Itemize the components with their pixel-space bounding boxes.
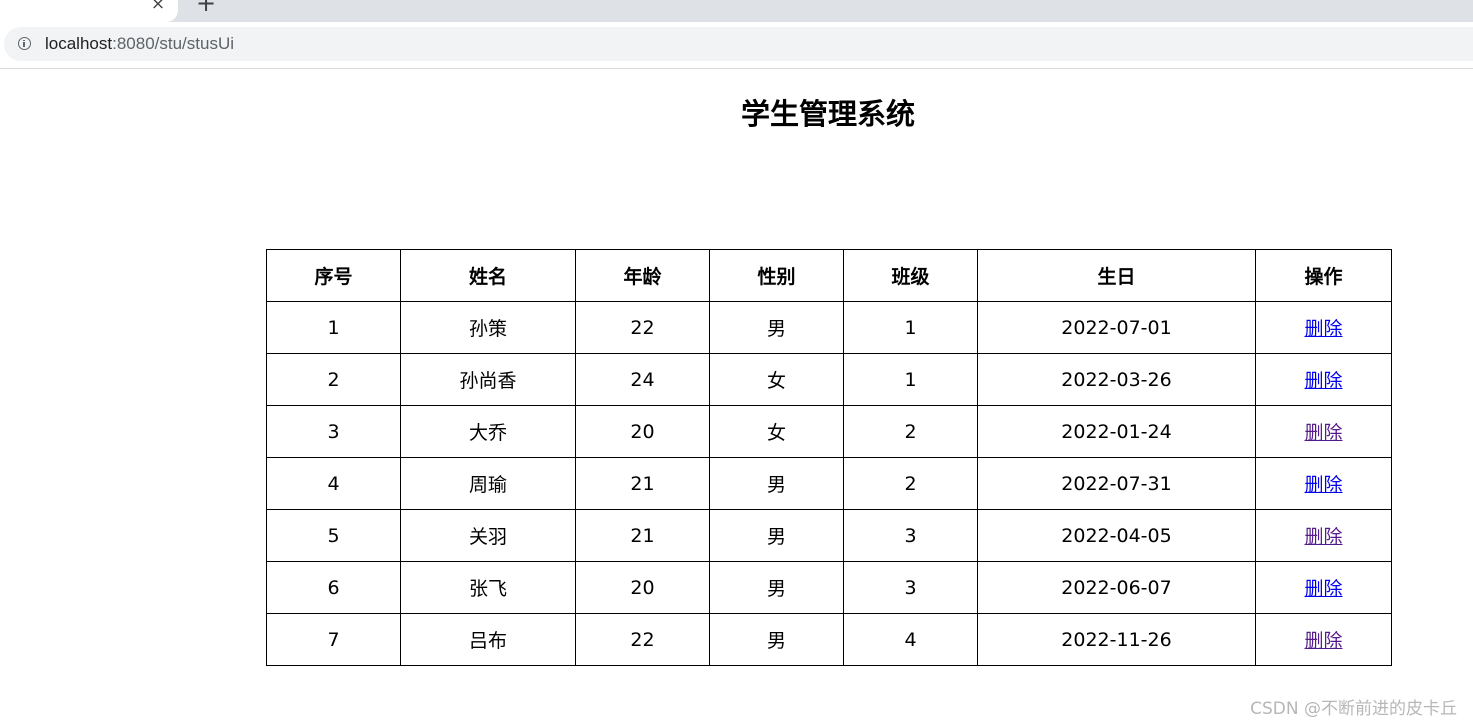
- cell-index: 2: [266, 353, 401, 406]
- column-header-age: 年龄: [575, 249, 710, 302]
- cell-age: 20: [575, 405, 710, 458]
- cell-age: 20: [575, 561, 710, 614]
- table-row: 3 大乔 20 女 2 2022-01-24 删除: [266, 405, 1392, 458]
- cell-birthday: 2022-06-07: [977, 561, 1256, 614]
- cell-name: 关羽: [400, 509, 576, 562]
- url-path: :8080/stu/stusUi: [112, 34, 235, 53]
- cell-gender: 男: [709, 457, 844, 510]
- new-tab-icon[interactable]: +: [196, 0, 216, 15]
- browser-toolbar: localhost:8080/stu/stusUi: [0, 22, 1473, 69]
- delete-link[interactable]: 删除: [1304, 422, 1342, 444]
- cell-age: 22: [575, 613, 710, 666]
- cell-birthday: 2022-07-01: [977, 301, 1256, 354]
- cell-gender: 女: [709, 353, 844, 406]
- table-header-row: 序号 姓名 年龄 性别 班级 生日 操作: [266, 249, 1392, 302]
- cell-name: 吕布: [400, 613, 576, 666]
- cell-birthday: 2022-07-31: [977, 457, 1256, 510]
- table-row: 7 吕布 22 男 4 2022-11-26 删除: [266, 613, 1392, 666]
- page-title: 学生管理系统: [740, 97, 915, 131]
- column-header-name: 姓名: [400, 249, 576, 302]
- table-row: 5 关羽 21 男 3 2022-04-05 删除: [266, 509, 1392, 562]
- cell-action: 删除: [1255, 353, 1392, 406]
- cell-class: 2: [843, 457, 978, 510]
- cell-name: 大乔: [400, 405, 576, 458]
- cell-index: 1: [266, 301, 401, 354]
- delete-link[interactable]: 删除: [1304, 318, 1342, 340]
- cell-gender: 男: [709, 613, 844, 666]
- cell-class: 3: [843, 561, 978, 614]
- cell-class: 3: [843, 509, 978, 562]
- cell-action: 删除: [1255, 405, 1392, 458]
- cell-class: 1: [843, 301, 978, 354]
- cell-class: 1: [843, 353, 978, 406]
- cell-class: 4: [843, 613, 978, 666]
- cell-name: 张飞: [400, 561, 576, 614]
- column-header-birthday: 生日: [977, 249, 1256, 302]
- table-body: 1 孙策 22 男 1 2022-07-01 删除 2 孙尚香 24 女 1 2022-03-26 删除 3…: [266, 301, 1392, 666]
- cell-birthday: 2022-01-24: [977, 405, 1256, 458]
- url-text[interactable]: localhost:8080/stu/stusUi: [45, 27, 234, 61]
- cell-name: 孙尚香: [400, 353, 576, 406]
- column-header-action: 操作: [1255, 249, 1392, 302]
- cell-gender: 男: [709, 301, 844, 354]
- tab-strip: × +: [0, 0, 1473, 22]
- cell-age: 21: [575, 509, 710, 562]
- cell-action: 删除: [1255, 457, 1392, 510]
- column-header-gender: 性别: [709, 249, 844, 302]
- cell-index: 6: [266, 561, 401, 614]
- cell-age: 21: [575, 457, 710, 510]
- cell-birthday: 2022-04-05: [977, 509, 1256, 562]
- delete-link[interactable]: 删除: [1304, 370, 1342, 392]
- cell-age: 24: [575, 353, 710, 406]
- students-table: 序号 姓名 年龄 性别 班级 生日 操作 1 孙策 22 男 1 2022-07-01 删除 2 孙尚香 24…: [266, 249, 1392, 666]
- url-host: localhost: [45, 34, 113, 53]
- column-header-index: 序号: [266, 249, 401, 302]
- cell-action: 删除: [1255, 561, 1392, 614]
- delete-link[interactable]: 删除: [1304, 526, 1342, 548]
- active-tab[interactable]: ×: [0, 0, 178, 22]
- close-icon[interactable]: ×: [150, 0, 166, 13]
- cell-index: 7: [266, 613, 401, 666]
- cell-name: 周瑜: [400, 457, 576, 510]
- cell-action: 删除: [1255, 509, 1392, 562]
- delete-link[interactable]: 删除: [1304, 578, 1342, 600]
- cell-action: 删除: [1255, 301, 1392, 354]
- table-row: 6 张飞 20 男 3 2022-06-07 删除: [266, 561, 1392, 614]
- address-bar[interactable]: localhost:8080/stu/stusUi: [4, 27, 1473, 61]
- column-header-class: 班级: [843, 249, 978, 302]
- cell-birthday: 2022-11-26: [977, 613, 1256, 666]
- table-row: 2 孙尚香 24 女 1 2022-03-26 删除: [266, 353, 1392, 406]
- cell-gender: 女: [709, 405, 844, 458]
- delete-link[interactable]: 删除: [1304, 630, 1342, 652]
- info-icon[interactable]: [18, 37, 31, 50]
- cell-index: 4: [266, 457, 401, 510]
- cell-birthday: 2022-03-26: [977, 353, 1256, 406]
- cell-index: 5: [266, 509, 401, 562]
- table-row: 4 周瑜 21 男 2 2022-07-31 删除: [266, 457, 1392, 510]
- cell-age: 22: [575, 301, 710, 354]
- cell-action: 删除: [1255, 613, 1392, 666]
- cell-gender: 男: [709, 509, 844, 562]
- watermark: CSDN @不断前进的皮卡丘: [1250, 699, 1457, 719]
- cell-gender: 男: [709, 561, 844, 614]
- cell-class: 2: [843, 405, 978, 458]
- cell-index: 3: [266, 405, 401, 458]
- cell-name: 孙策: [400, 301, 576, 354]
- table-row: 1 孙策 22 男 1 2022-07-01 删除: [266, 301, 1392, 354]
- delete-link[interactable]: 删除: [1304, 474, 1342, 496]
